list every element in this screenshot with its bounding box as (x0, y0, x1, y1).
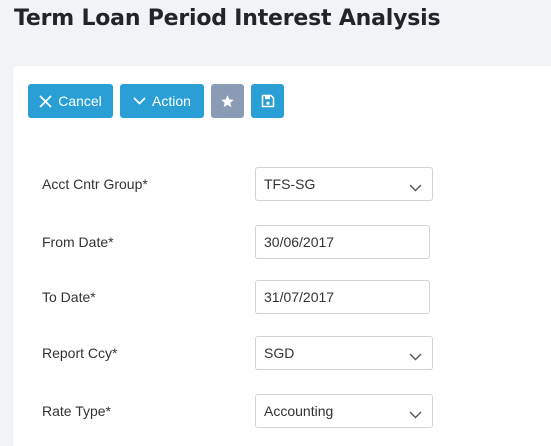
acct-cntr-group-select[interactable]: TFS-SG (255, 167, 433, 201)
form-row-acct-cntr-group: Acct Cntr Group* TFS-SG (42, 167, 442, 201)
from-date-value: 30/06/2017 (264, 234, 335, 250)
form-row-rate-type: Rate Type* Accounting (42, 394, 442, 428)
chevron-down-icon (409, 348, 422, 364)
to-date-value: 31/07/2017 (264, 289, 335, 305)
chevron-down-icon (409, 179, 422, 195)
chevron-down-icon (133, 97, 146, 106)
cancel-button-label: Cancel (58, 93, 102, 109)
rate-type-select[interactable]: Accounting (255, 394, 433, 428)
action-button-label: Action (152, 93, 191, 109)
report-ccy-value: SGD (264, 345, 295, 361)
toolbar: Cancel Action (28, 84, 291, 118)
acct-cntr-group-value: TFS-SG (264, 176, 316, 192)
form-row-to-date: To Date* 31/07/2017 (42, 280, 442, 314)
report-ccy-select[interactable]: SGD (255, 336, 433, 370)
form-row-from-date: From Date* 30/06/2017 (42, 225, 442, 259)
save-button[interactable] (251, 84, 284, 118)
cancel-button[interactable]: Cancel (28, 84, 113, 118)
to-date-label: To Date* (42, 289, 96, 305)
from-date-label: From Date* (42, 234, 114, 250)
to-date-input[interactable]: 31/07/2017 (255, 280, 430, 314)
save-icon (261, 94, 275, 108)
close-icon (39, 95, 52, 108)
rate-type-value: Accounting (264, 403, 334, 419)
page-title: Term Loan Period Interest Analysis (14, 6, 441, 31)
form-card: Cancel Action Acct Cntr Group* TFS-SG Fr… (13, 66, 551, 446)
from-date-input[interactable]: 30/06/2017 (255, 225, 430, 259)
acct-cntr-group-label: Acct Cntr Group* (42, 176, 148, 192)
report-ccy-label: Report Ccy* (42, 345, 118, 361)
form-row-report-ccy: Report Ccy* SGD (42, 336, 442, 370)
chevron-down-icon (409, 406, 422, 422)
rate-type-label: Rate Type* (42, 403, 112, 419)
favorite-button[interactable] (211, 84, 244, 118)
star-icon (220, 94, 235, 109)
action-button[interactable]: Action (120, 84, 204, 118)
